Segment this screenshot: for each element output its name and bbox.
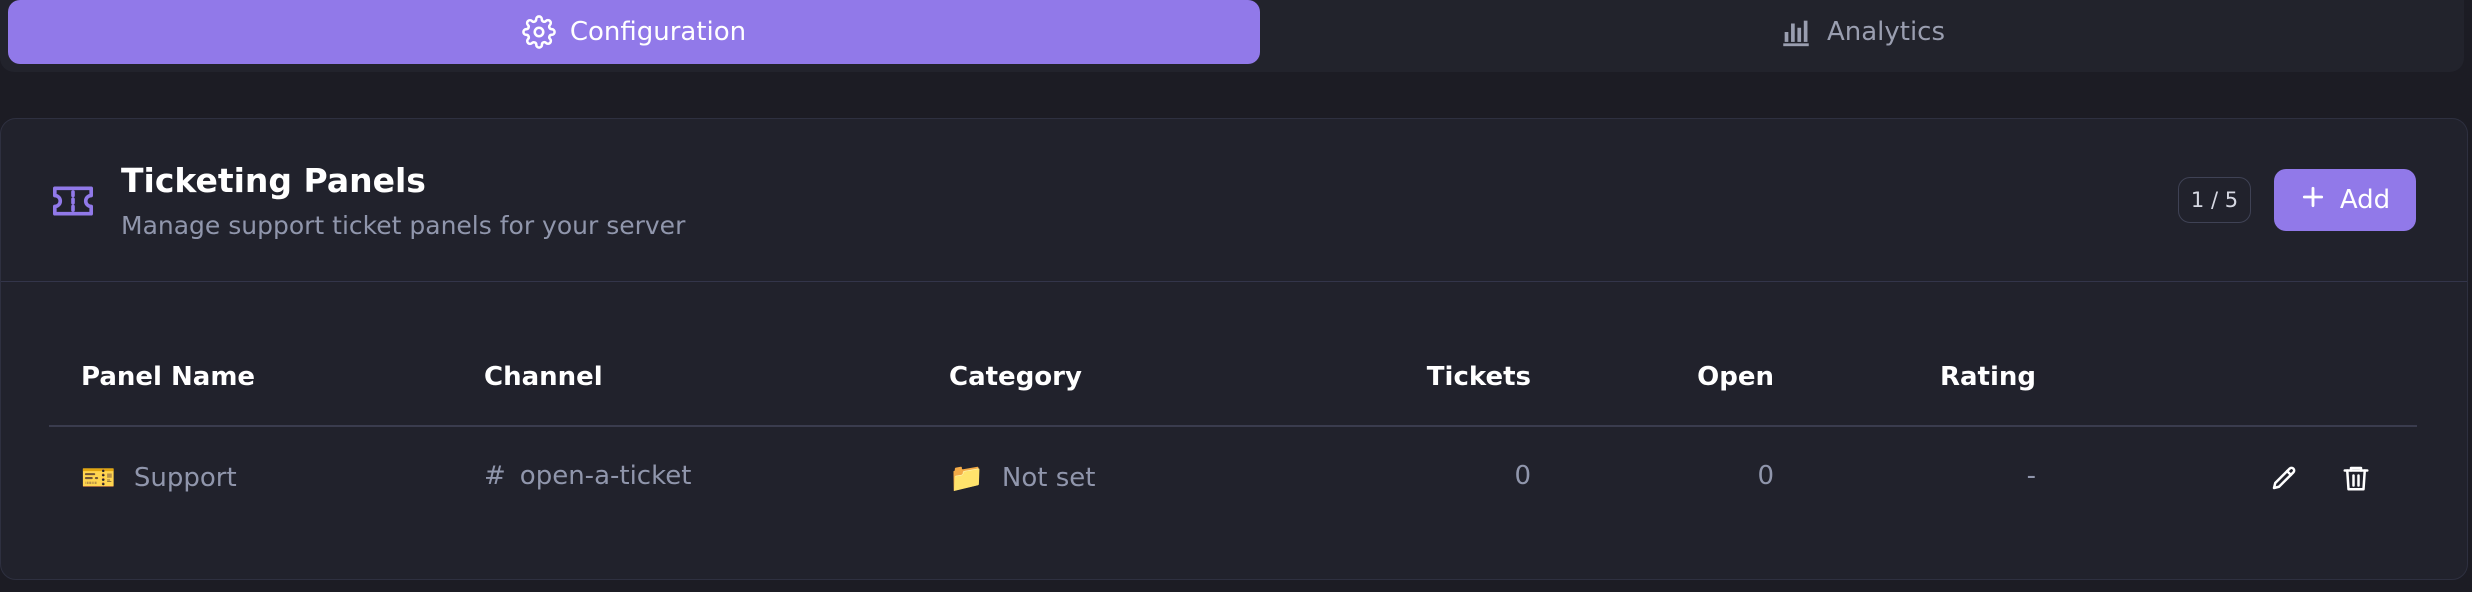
bar-chart-icon bbox=[1779, 15, 1813, 49]
tab-bar: Configuration Analytics bbox=[0, 0, 2464, 72]
ticketing-panels-card: Ticketing Panels Manage support ticket p… bbox=[0, 118, 2468, 580]
gear-icon bbox=[522, 15, 556, 49]
edit-icon[interactable] bbox=[2269, 463, 2299, 497]
table-divider bbox=[49, 425, 2417, 427]
ticket-emoji-icon: 🎫 bbox=[81, 461, 116, 494]
folder-icon: 📁 bbox=[949, 461, 984, 494]
column-header-channel: Channel bbox=[484, 362, 603, 392]
channel-name: open-a-ticket bbox=[519, 461, 692, 491]
add-panel-button[interactable]: Add bbox=[2274, 169, 2416, 231]
column-header-open: Open bbox=[1697, 362, 1774, 392]
column-header-category: Category bbox=[949, 362, 1082, 392]
table-row-channel: # open-a-ticket bbox=[484, 461, 691, 491]
plus-icon bbox=[2300, 184, 2326, 217]
tickets-count: 0 bbox=[1514, 461, 1531, 491]
column-header-rating: Rating bbox=[1939, 362, 2036, 392]
card-header: Ticketing Panels Manage support ticket p… bbox=[1, 119, 2467, 282]
panel-title: Ticketing Panels bbox=[121, 161, 426, 200]
table-row-category: 📁 Not set bbox=[949, 461, 1095, 494]
tab-configuration-label: Configuration bbox=[569, 17, 747, 47]
panel-subtitle: Manage support ticket panels for your se… bbox=[121, 211, 686, 240]
ticket-icon bbox=[51, 181, 95, 225]
column-header-panel-name: Panel Name bbox=[81, 362, 256, 392]
hash-icon: # bbox=[484, 461, 506, 491]
panel-count-badge: 1 / 5 bbox=[2178, 177, 2251, 223]
open-count: 0 bbox=[1757, 461, 1774, 491]
column-header-tickets: Tickets bbox=[1426, 362, 1531, 392]
rating-value: - bbox=[2026, 461, 2036, 491]
tab-analytics-label: Analytics bbox=[1826, 17, 1946, 47]
panel-name: Support bbox=[133, 462, 237, 493]
tab-configuration[interactable]: Configuration bbox=[8, 0, 1260, 64]
table-row-panel-name[interactable]: 🎫 Support bbox=[81, 461, 237, 494]
add-button-label: Add bbox=[2339, 185, 2391, 215]
tab-analytics[interactable]: Analytics bbox=[1262, 0, 2462, 64]
category-name: Not set bbox=[1001, 462, 1096, 493]
delete-icon[interactable] bbox=[2341, 463, 2371, 497]
